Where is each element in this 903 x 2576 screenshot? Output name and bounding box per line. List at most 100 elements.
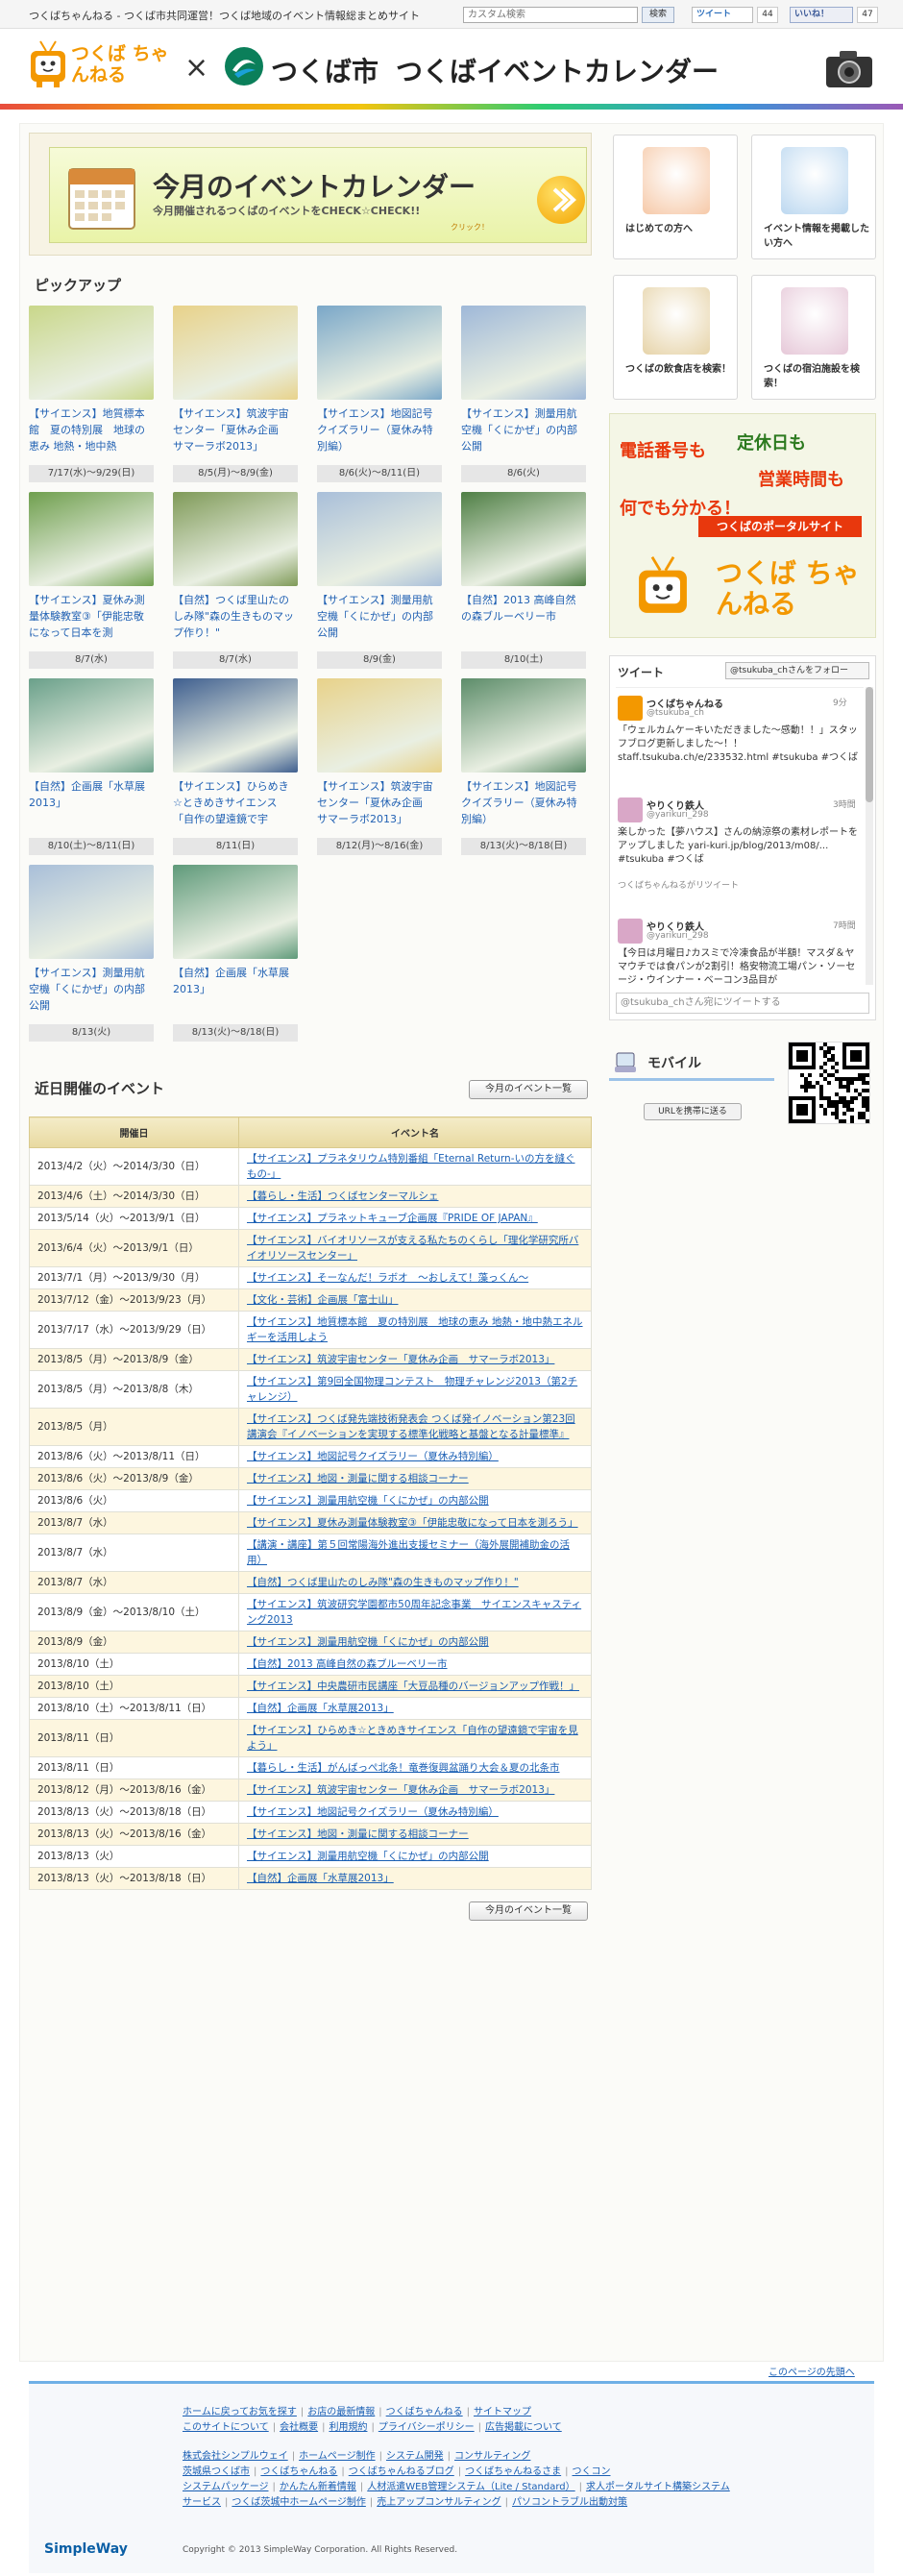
pickup-item[interactable]: 【自然】企画展「水草展2013」 8/10(土)～8/11(日) (29, 678, 154, 857)
tweet-button[interactable]: ツイート (692, 7, 753, 23)
event-name-link[interactable]: 【サイエンス】測量用航空機「くにかぜ」の内部公開 (247, 1851, 489, 1862)
page-top-link[interactable]: このページの先頭へ (769, 2364, 855, 2378)
event-name-link[interactable]: 【自然】つくば里山たのしみ隊"森の生きものマップ作り！" (247, 1577, 519, 1588)
portal-ad-banner[interactable]: 電話番号も 定休日も 営業時間も 何でも分かる！ つくばのポータルサイト つくば… (609, 413, 876, 638)
pickup-photo[interactable] (173, 865, 298, 959)
pickup-item[interactable]: 【サイエンス】筑波宇宙センター「夏休み企画 サマーラボ2013」 8/12(月)～… (317, 678, 442, 857)
event-name-link[interactable]: 【サイエンス】筑波宇宙センター「夏休み企画 サマーラボ2013」 (247, 1784, 554, 1796)
pickup-item[interactable]: 【サイエンス】筑波宇宙センター「夏休み企画 サマーラボ2013」 8/5(月)～8… (173, 306, 298, 484)
footer-link[interactable]: かんたん新着情報 (280, 2482, 356, 2492)
event-name-link[interactable]: 【サイエンス】筑波研究学園都市50周年記念事業 サイエンスキャスティング2013 (247, 1599, 581, 1626)
pickup-item[interactable]: 【サイエンス】地図記号クイズラリー（夏休み特別編） 8/13(火)～8/18(日) (461, 678, 586, 857)
tweet-item[interactable]: やりくり鉄人 @yarikuri_298 7時間 【今日は月曜日♪カスミで冷凍食品が半… (616, 915, 864, 985)
sidebar-tile[interactable]: イベント情報を掲載したい方へ (751, 135, 876, 259)
chevron-right-icon[interactable] (537, 176, 585, 224)
footer-link[interactable]: コンサルティング (454, 2451, 530, 2462)
event-name-link[interactable]: 【サイエンス】プラネットキューブ企画展『PRIDE OF JAPAN』 (247, 1213, 538, 1224)
event-name-link[interactable]: 【自然】企画展「水草展2013」 (247, 1873, 394, 1884)
footer-link[interactable]: ホームページ制作 (299, 2451, 376, 2462)
pickup-item[interactable]: 【サイエンス】地図記号クイズラリー（夏休み特別編） 8/6(火)～8/11(日) (317, 306, 442, 484)
pickup-title-link[interactable]: 【サイエンス】地図記号クイズラリー（夏休み特別編） (317, 405, 442, 457)
event-name-link[interactable]: 【サイエンス】つくば発先端技術発表会 つくば発イノベーション第23回講演会『イノ… (247, 1413, 575, 1440)
footer-link[interactable]: つくば茨城中ホームページ制作 (232, 2497, 366, 2508)
pickup-title-link[interactable]: 【自然】つくば里山たのしみ隊"森の生きものマップ作り！" (173, 592, 298, 644)
pickup-title-link[interactable]: 【サイエンス】測量用航空機「くにかぜ」の内部公開 (29, 965, 154, 1017)
footer-link[interactable]: システム開発 (386, 2451, 444, 2462)
event-name-link[interactable]: 【サイエンス】測量用航空機「くにかぜ」の内部公開 (247, 1495, 489, 1507)
pickup-item[interactable]: 【サイエンス】夏休み測量体験教室③「伊能忠敬になって日本を測 8/7(水) (29, 492, 154, 671)
pickup-title-link[interactable]: 【サイエンス】ひらめき☆ときめきサイエンス「自作の望遠鏡で宇 (173, 778, 298, 830)
footer-link[interactable]: 広告掲載について (485, 2422, 562, 2433)
like-button[interactable]: いいね！ (790, 7, 853, 23)
footer-link[interactable]: このサイトについて (183, 2422, 269, 2433)
pickup-photo[interactable] (461, 306, 586, 400)
event-name-link[interactable]: 【講演・講座】第５回常陽海外進出支援セミナー（海外展開補助金の活用） (247, 1539, 570, 1566)
footer-link[interactable]: お店の最新情報 (307, 2407, 375, 2417)
event-name-link[interactable]: 【サイエンス】測量用航空機「くにかぜ」の内部公開 (247, 1636, 489, 1648)
month-events-button-bottom[interactable]: 今月のイベント一覧 (469, 1901, 588, 1921)
search-button[interactable]: 検索 (642, 7, 674, 23)
pickup-photo[interactable] (29, 492, 154, 586)
twitter-follow-button[interactable]: @tsukuba_chさんをフォロー (725, 662, 869, 679)
tweet-avatar[interactable] (618, 919, 643, 944)
pickup-item[interactable]: 【サイエンス】測量用航空機「くにかぜ」の内部公開 8/6(火) (461, 306, 586, 484)
tweet-item[interactable]: つくばちゃんねる @tsukuba_ch 9分 「ウェルカムケーキいただきました〜感動… (616, 692, 864, 788)
pickup-item[interactable]: 【サイエンス】測量用航空機「くにかぜ」の内部公開 8/9(金) (317, 492, 442, 671)
footer-link[interactable]: 会社概要 (280, 2422, 318, 2433)
event-name-link[interactable]: 【サイエンス】筑波宇宙センター「夏休み企画 サマーラボ2013」 (247, 1354, 554, 1365)
simpleway-logo[interactable]: SimpleWay (44, 2541, 128, 2557)
pickup-title-link[interactable]: 【サイエンス】筑波宇宙センター「夏休み企画 サマーラボ2013」 (173, 405, 298, 457)
footer-link[interactable]: サイトマップ (474, 2407, 531, 2417)
tweet-avatar[interactable] (618, 797, 643, 822)
pickup-photo[interactable] (317, 678, 442, 773)
sidebar-tile[interactable]: つくばの飲食店を検索！ (613, 275, 738, 400)
tweet-compose-input[interactable]: @tsukuba_chさん宛にツイートする (616, 993, 869, 1014)
event-name-link[interactable]: 【自然】2013 高峰自然の森ブルーベリー市 (247, 1658, 448, 1670)
pickup-title-link[interactable]: 【サイエンス】夏休み測量体験教室③「伊能忠敬になって日本を測 (29, 592, 154, 644)
event-name-link[interactable]: 【暮らし・生活】つくばセンターマルシェ (247, 1190, 439, 1202)
footer-link[interactable]: つくコン (573, 2466, 611, 2477)
pickup-photo[interactable] (29, 678, 154, 773)
pickup-photo[interactable] (173, 306, 298, 400)
pickup-photo[interactable] (317, 492, 442, 586)
monthly-calendar-banner[interactable]: 今月のイベントカレンダー 今月開催されるつくばのイベントをCHECK☆CHECK… (29, 133, 592, 256)
month-events-button-top[interactable]: 今月のイベント一覧 (469, 1080, 588, 1099)
footer-link[interactable]: 株式会社シンプルウェイ (183, 2451, 288, 2462)
send-url-button[interactable]: URLを携帯に送る (644, 1103, 742, 1120)
footer-link[interactable]: サービス (183, 2497, 221, 2508)
sidebar-tile[interactable]: はじめての方へ (613, 135, 738, 259)
pickup-item[interactable]: 【サイエンス】ひらめき☆ときめきサイエンス「自作の望遠鏡で宇 8/11(日) (173, 678, 298, 857)
footer-link[interactable]: つくばちゃんねる (260, 2466, 337, 2477)
event-name-link[interactable]: 【自然】企画展「水草展2013」 (247, 1703, 394, 1714)
event-name-link[interactable]: 【サイエンス】地図・測量に関する相談コーナー (247, 1473, 469, 1484)
pickup-photo[interactable] (173, 678, 298, 773)
event-name-link[interactable]: 【サイエンス】中央農研市民講座「大豆品種のバージョンアップ作戦！」 (247, 1681, 579, 1692)
pickup-title-link[interactable]: 【サイエンス】測量用航空機「くにかぜ」の内部公開 (317, 592, 442, 644)
footer-link[interactable]: つくばちゃんねるブログ (349, 2466, 454, 2477)
pickup-photo[interactable] (29, 306, 154, 400)
footer-link[interactable]: 利用規約 (329, 2422, 367, 2433)
tweet-scrollbar-thumb[interactable] (866, 687, 873, 802)
footer-link[interactable]: 茨城県つくば市 (183, 2466, 250, 2477)
footer-link[interactable]: 売上アップコンサルティング (377, 2497, 500, 2508)
pickup-photo[interactable] (461, 678, 586, 773)
footer-link[interactable]: 求人ポータルサイト構築システム (586, 2482, 730, 2492)
event-name-link[interactable]: 【サイエンス】夏休み測量体験教室③「伊能忠敬になって日本を測ろう」 (247, 1517, 578, 1529)
pickup-title-link[interactable]: 【サイエンス】地質標本館 夏の特別展 地球の恵み 地熱・地中熱 (29, 405, 154, 457)
search-input[interactable] (463, 7, 638, 23)
event-name-link[interactable]: 【サイエンス】第9回全国物理コンテスト 物理チャレンジ2013（第2チャレンジ） (247, 1376, 577, 1403)
footer-link[interactable]: つくばちゃんねる (386, 2407, 463, 2417)
tweet-avatar[interactable] (618, 696, 643, 721)
footer-link[interactable]: つくばちゃんねるさま (465, 2466, 561, 2477)
pickup-photo[interactable] (461, 492, 586, 586)
pickup-photo[interactable] (29, 865, 154, 959)
tweet-scrollbar[interactable] (866, 687, 873, 985)
pickup-item[interactable]: 【サイエンス】測量用航空機「くにかぜ」の内部公開 8/13(火) (29, 865, 154, 1043)
tweet-item[interactable]: やりくり鉄人 @yarikuri_298 3時間 楽しかった【夢ハウス】さんの納涼祭の… (616, 794, 864, 891)
event-name-link[interactable]: 【サイエンス】地質標本館 夏の特別展 地球の恵み 地熱・地中熱エネルギーを活用し… (247, 1316, 583, 1343)
pickup-title-link[interactable]: 【自然】企画展「水草展2013」 (29, 778, 154, 830)
pickup-title-link[interactable]: 【サイエンス】測量用航空機「くにかぜ」の内部公開 (461, 405, 586, 457)
tv-mascot-icon[interactable] (29, 39, 67, 89)
pickup-item[interactable]: 【自然】企画展「水草展2013」 8/13(火)～8/18(日) (173, 865, 298, 1043)
event-name-link[interactable]: 【サイエンス】そーなんだ！ラボオ ～おしえて！藻っくん～ (247, 1272, 528, 1284)
